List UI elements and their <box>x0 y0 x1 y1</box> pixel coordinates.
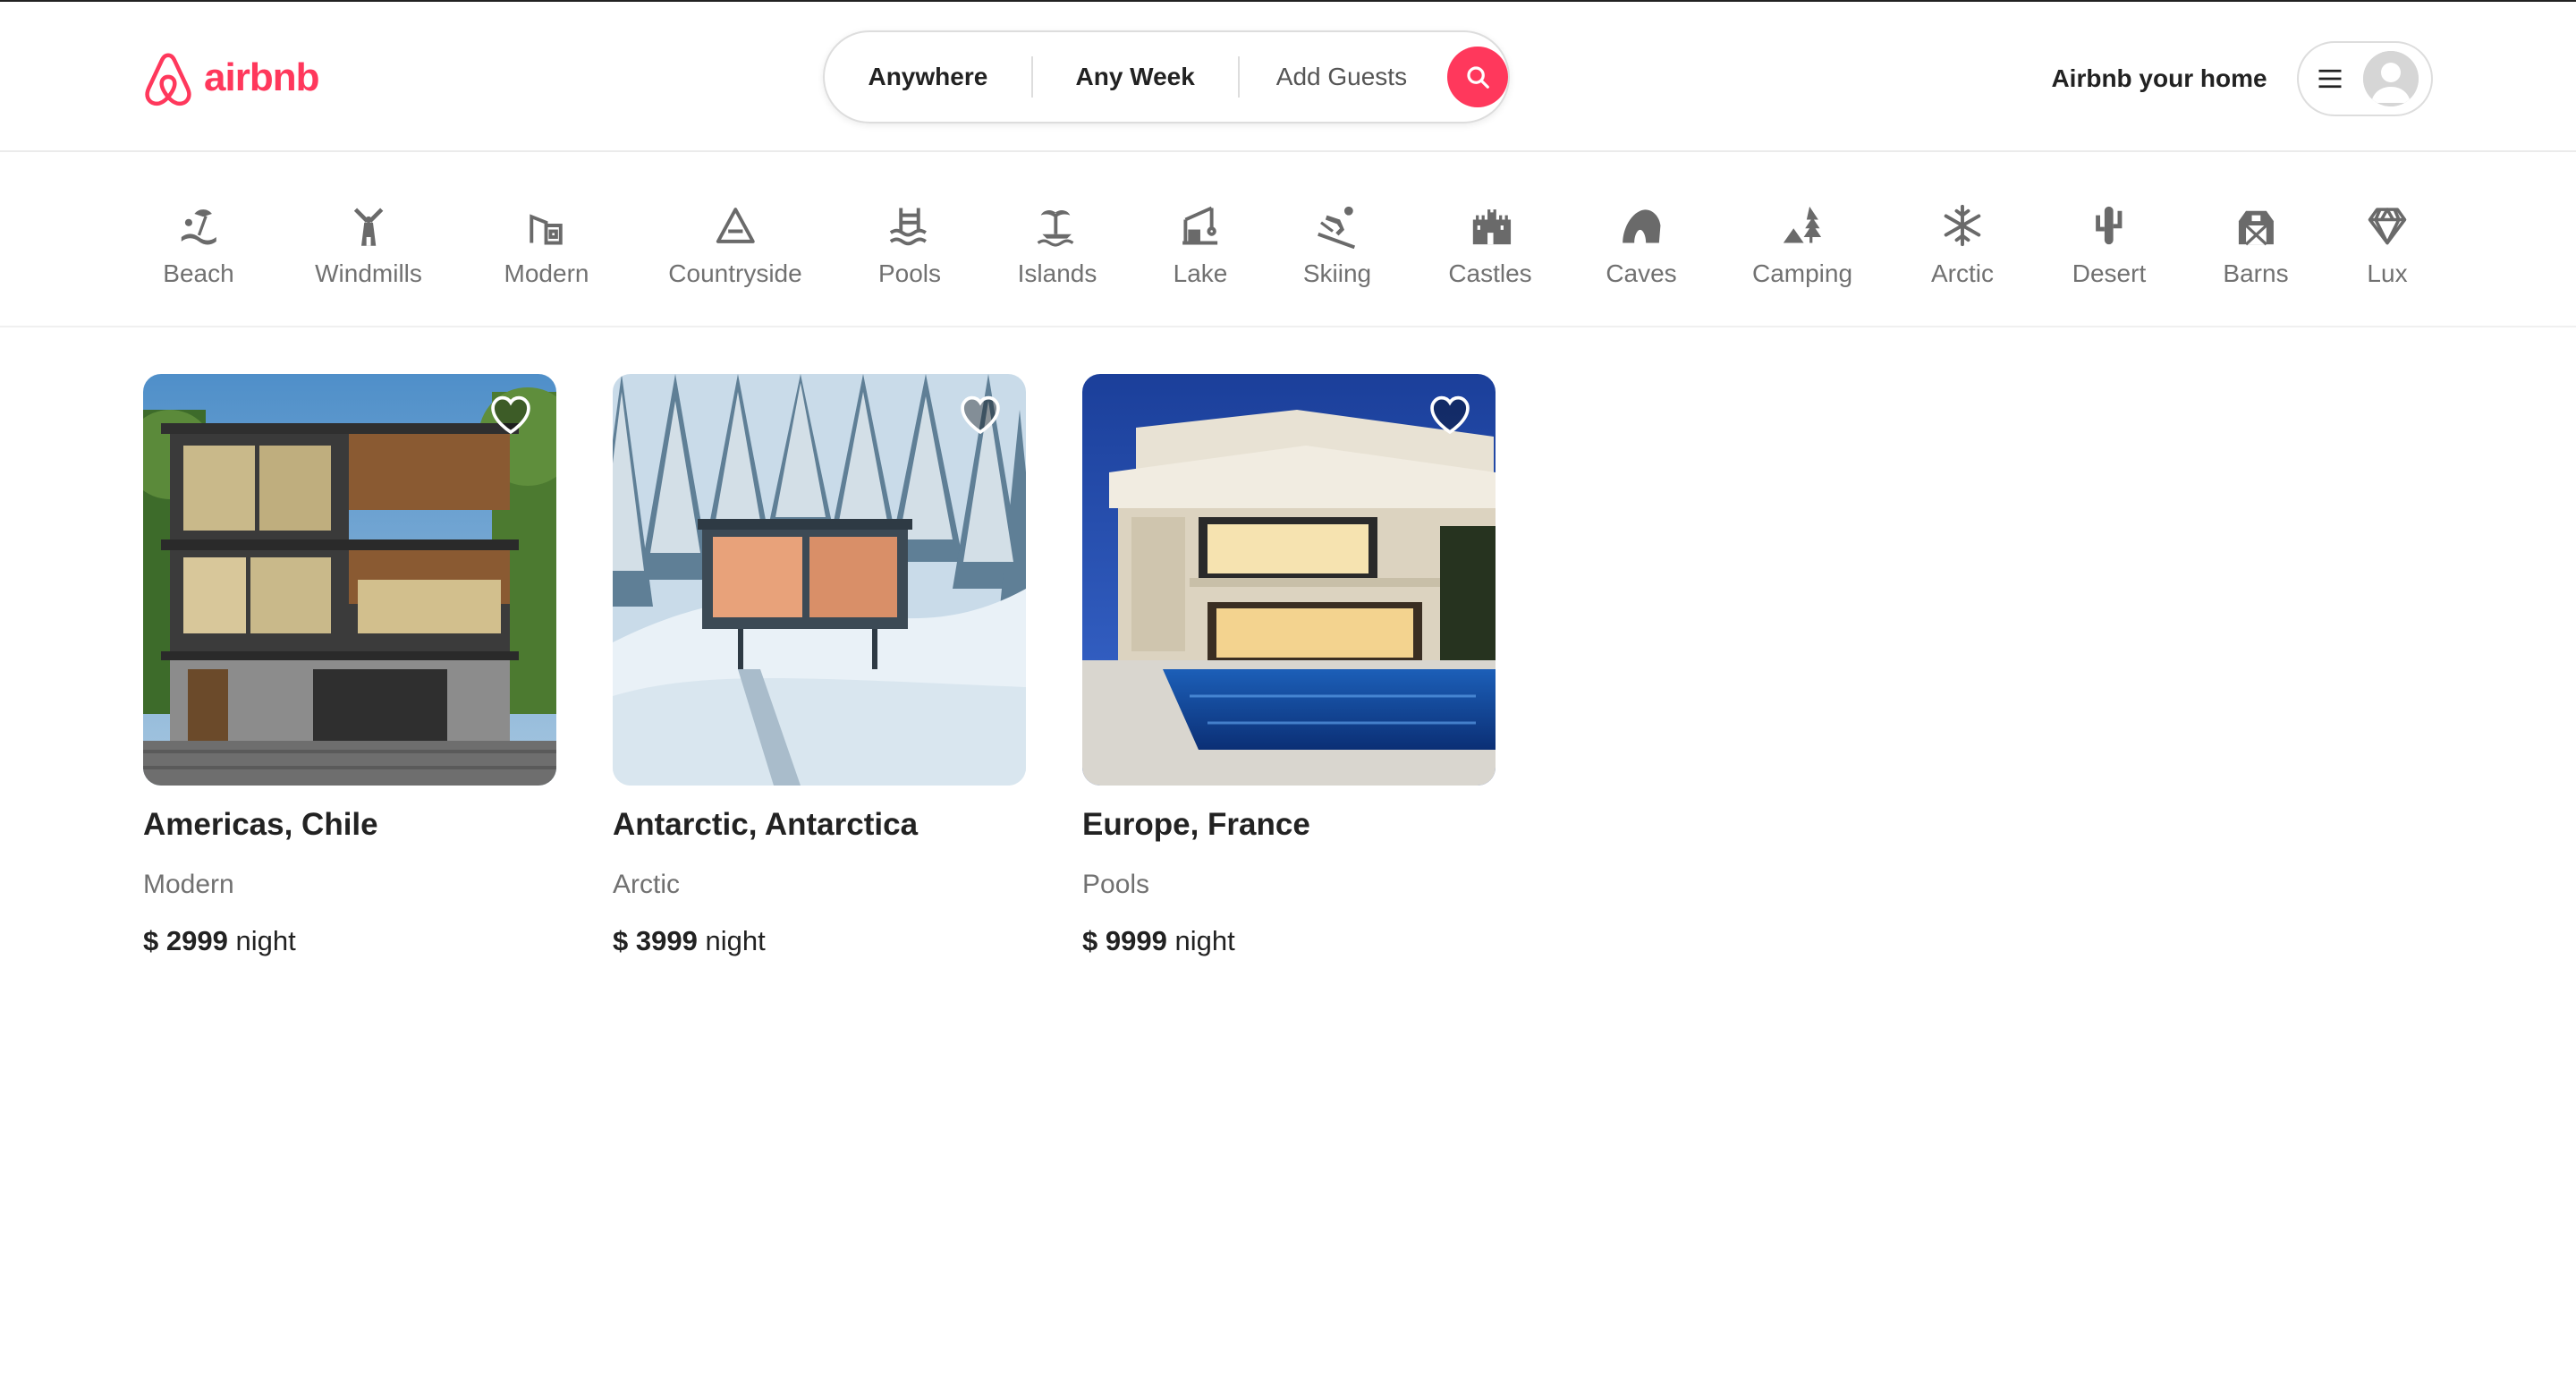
listing-category: Pools <box>1082 870 1150 899</box>
modern-house-icon <box>521 200 572 251</box>
mountain-icon <box>710 200 760 251</box>
lake-icon <box>1175 200 1225 251</box>
pool-icon <box>885 200 935 251</box>
category-label: Castles <box>1448 259 1532 287</box>
category-label: Barns <box>2223 259 2289 287</box>
listing-card[interactable]: Americas, Chile Modern $ 2999 night <box>143 374 556 957</box>
listing-category: Arctic <box>613 870 680 899</box>
beach-icon <box>174 200 224 251</box>
diamond-icon <box>2362 200 2412 251</box>
category-label: Countryside <box>668 259 802 287</box>
price-unit: night <box>235 925 296 956</box>
airbnb-your-home-link[interactable]: Airbnb your home <box>2018 61 2301 97</box>
category-skiing[interactable]: Skiing <box>1303 200 1371 301</box>
listing-image[interactable] <box>143 374 556 786</box>
price-currency: $ <box>1082 925 1098 956</box>
search-guests-button[interactable]: Add Guests <box>1240 32 1445 122</box>
category-label: Pools <box>877 259 942 287</box>
listing-card[interactable]: Antarctic, Antarctica Arctic $ 3999 nigh… <box>613 374 1026 957</box>
airbnb-logo-icon <box>145 53 191 106</box>
listing-image[interactable] <box>613 374 1026 786</box>
user-avatar-icon <box>2363 51 2419 106</box>
listing-location: Americas, Chile <box>143 807 378 842</box>
listing-price: $ 3999 night <box>613 925 1026 957</box>
category-arctic[interactable]: Arctic <box>1931 200 1994 301</box>
airbnb-logo[interactable]: airbnb <box>141 48 319 107</box>
category-label: Modern <box>504 259 589 287</box>
category-label: Lake <box>1173 259 1228 287</box>
search-location-button[interactable]: Anywhere <box>825 32 1031 122</box>
category-castles[interactable]: Castles <box>1448 200 1532 301</box>
category-barns[interactable]: Barns <box>2223 200 2289 301</box>
listing-location: Antarctic, Antarctica <box>613 807 919 842</box>
category-label: Caves <box>1606 259 1677 287</box>
hamburger-menu-icon <box>2317 66 2343 91</box>
category-bar: Beach Windmills Modern Countryside Pools… <box>0 154 2576 327</box>
snow-cabin-photo <box>613 374 1026 786</box>
category-beach[interactable]: Beach <box>163 200 234 301</box>
price-amount: 9999 <box>1105 925 1167 956</box>
category-label: Camping <box>1751 259 1853 287</box>
search-week-button[interactable]: Any Week <box>1033 32 1238 122</box>
category-label: Beach <box>163 259 234 287</box>
logo-text: airbnb <box>204 55 319 99</box>
cactus-icon <box>2084 200 2134 251</box>
category-desert[interactable]: Desert <box>2072 200 2146 301</box>
category-label: Lux <box>2367 259 2408 287</box>
price-unit: night <box>1174 925 1235 956</box>
category-caves[interactable]: Caves <box>1606 200 1677 301</box>
avatar <box>2363 51 2419 106</box>
price-amount: 2999 <box>165 925 228 956</box>
search-bar: Anywhere Any Week Add Guests <box>823 30 1510 123</box>
search-submit-button[interactable] <box>1447 47 1508 107</box>
favorite-heart-icon[interactable] <box>958 394 1003 435</box>
price-amount: 3999 <box>635 925 698 956</box>
skiing-icon <box>1312 200 1362 251</box>
camping-icon <box>1777 200 1827 251</box>
category-pools[interactable]: Pools <box>878 200 941 301</box>
modern-house-photo <box>143 374 556 786</box>
listing-location: Europe, France <box>1082 807 1310 842</box>
category-camping[interactable]: Camping <box>1752 200 1852 301</box>
category-windmills[interactable]: Windmills <box>315 200 422 301</box>
favorite-heart-icon[interactable] <box>488 394 533 435</box>
villa-pool-photo <box>1082 374 1496 786</box>
price-currency: $ <box>613 925 629 956</box>
category-label: Windmills <box>315 259 422 287</box>
listing-image[interactable] <box>1082 374 1496 786</box>
barn-icon <box>2231 200 2281 251</box>
category-countryside[interactable]: Countryside <box>668 200 802 301</box>
listing-card[interactable]: Europe, France Pools $ 9999 night <box>1082 374 1496 957</box>
favorite-heart-icon[interactable] <box>1428 394 1472 435</box>
snowflake-icon <box>1937 200 1987 251</box>
category-label: Arctic <box>1931 259 1994 287</box>
castle-icon <box>1465 200 1515 251</box>
category-lake[interactable]: Lake <box>1173 200 1228 301</box>
category-label: Skiing <box>1302 259 1372 287</box>
listing-price: $ 9999 night <box>1082 925 1496 957</box>
island-icon <box>1032 200 1082 251</box>
category-modern[interactable]: Modern <box>504 200 589 301</box>
price-currency: $ <box>143 925 159 956</box>
windmill-icon <box>343 200 394 251</box>
listing-price: $ 2999 night <box>143 925 556 957</box>
category-lux[interactable]: Lux <box>2362 200 2412 301</box>
header: airbnb Anywhere Any Week Add Guests Airb… <box>0 2 2576 152</box>
user-menu-button[interactable] <box>2297 41 2433 116</box>
category-label: Desert <box>2072 259 2147 287</box>
search-icon <box>1467 66 1490 89</box>
category-label: Islands <box>1017 259 1097 287</box>
cave-icon <box>1616 200 1666 251</box>
category-islands[interactable]: Islands <box>1018 200 1097 301</box>
price-unit: night <box>705 925 766 956</box>
listing-category: Modern <box>143 870 234 899</box>
